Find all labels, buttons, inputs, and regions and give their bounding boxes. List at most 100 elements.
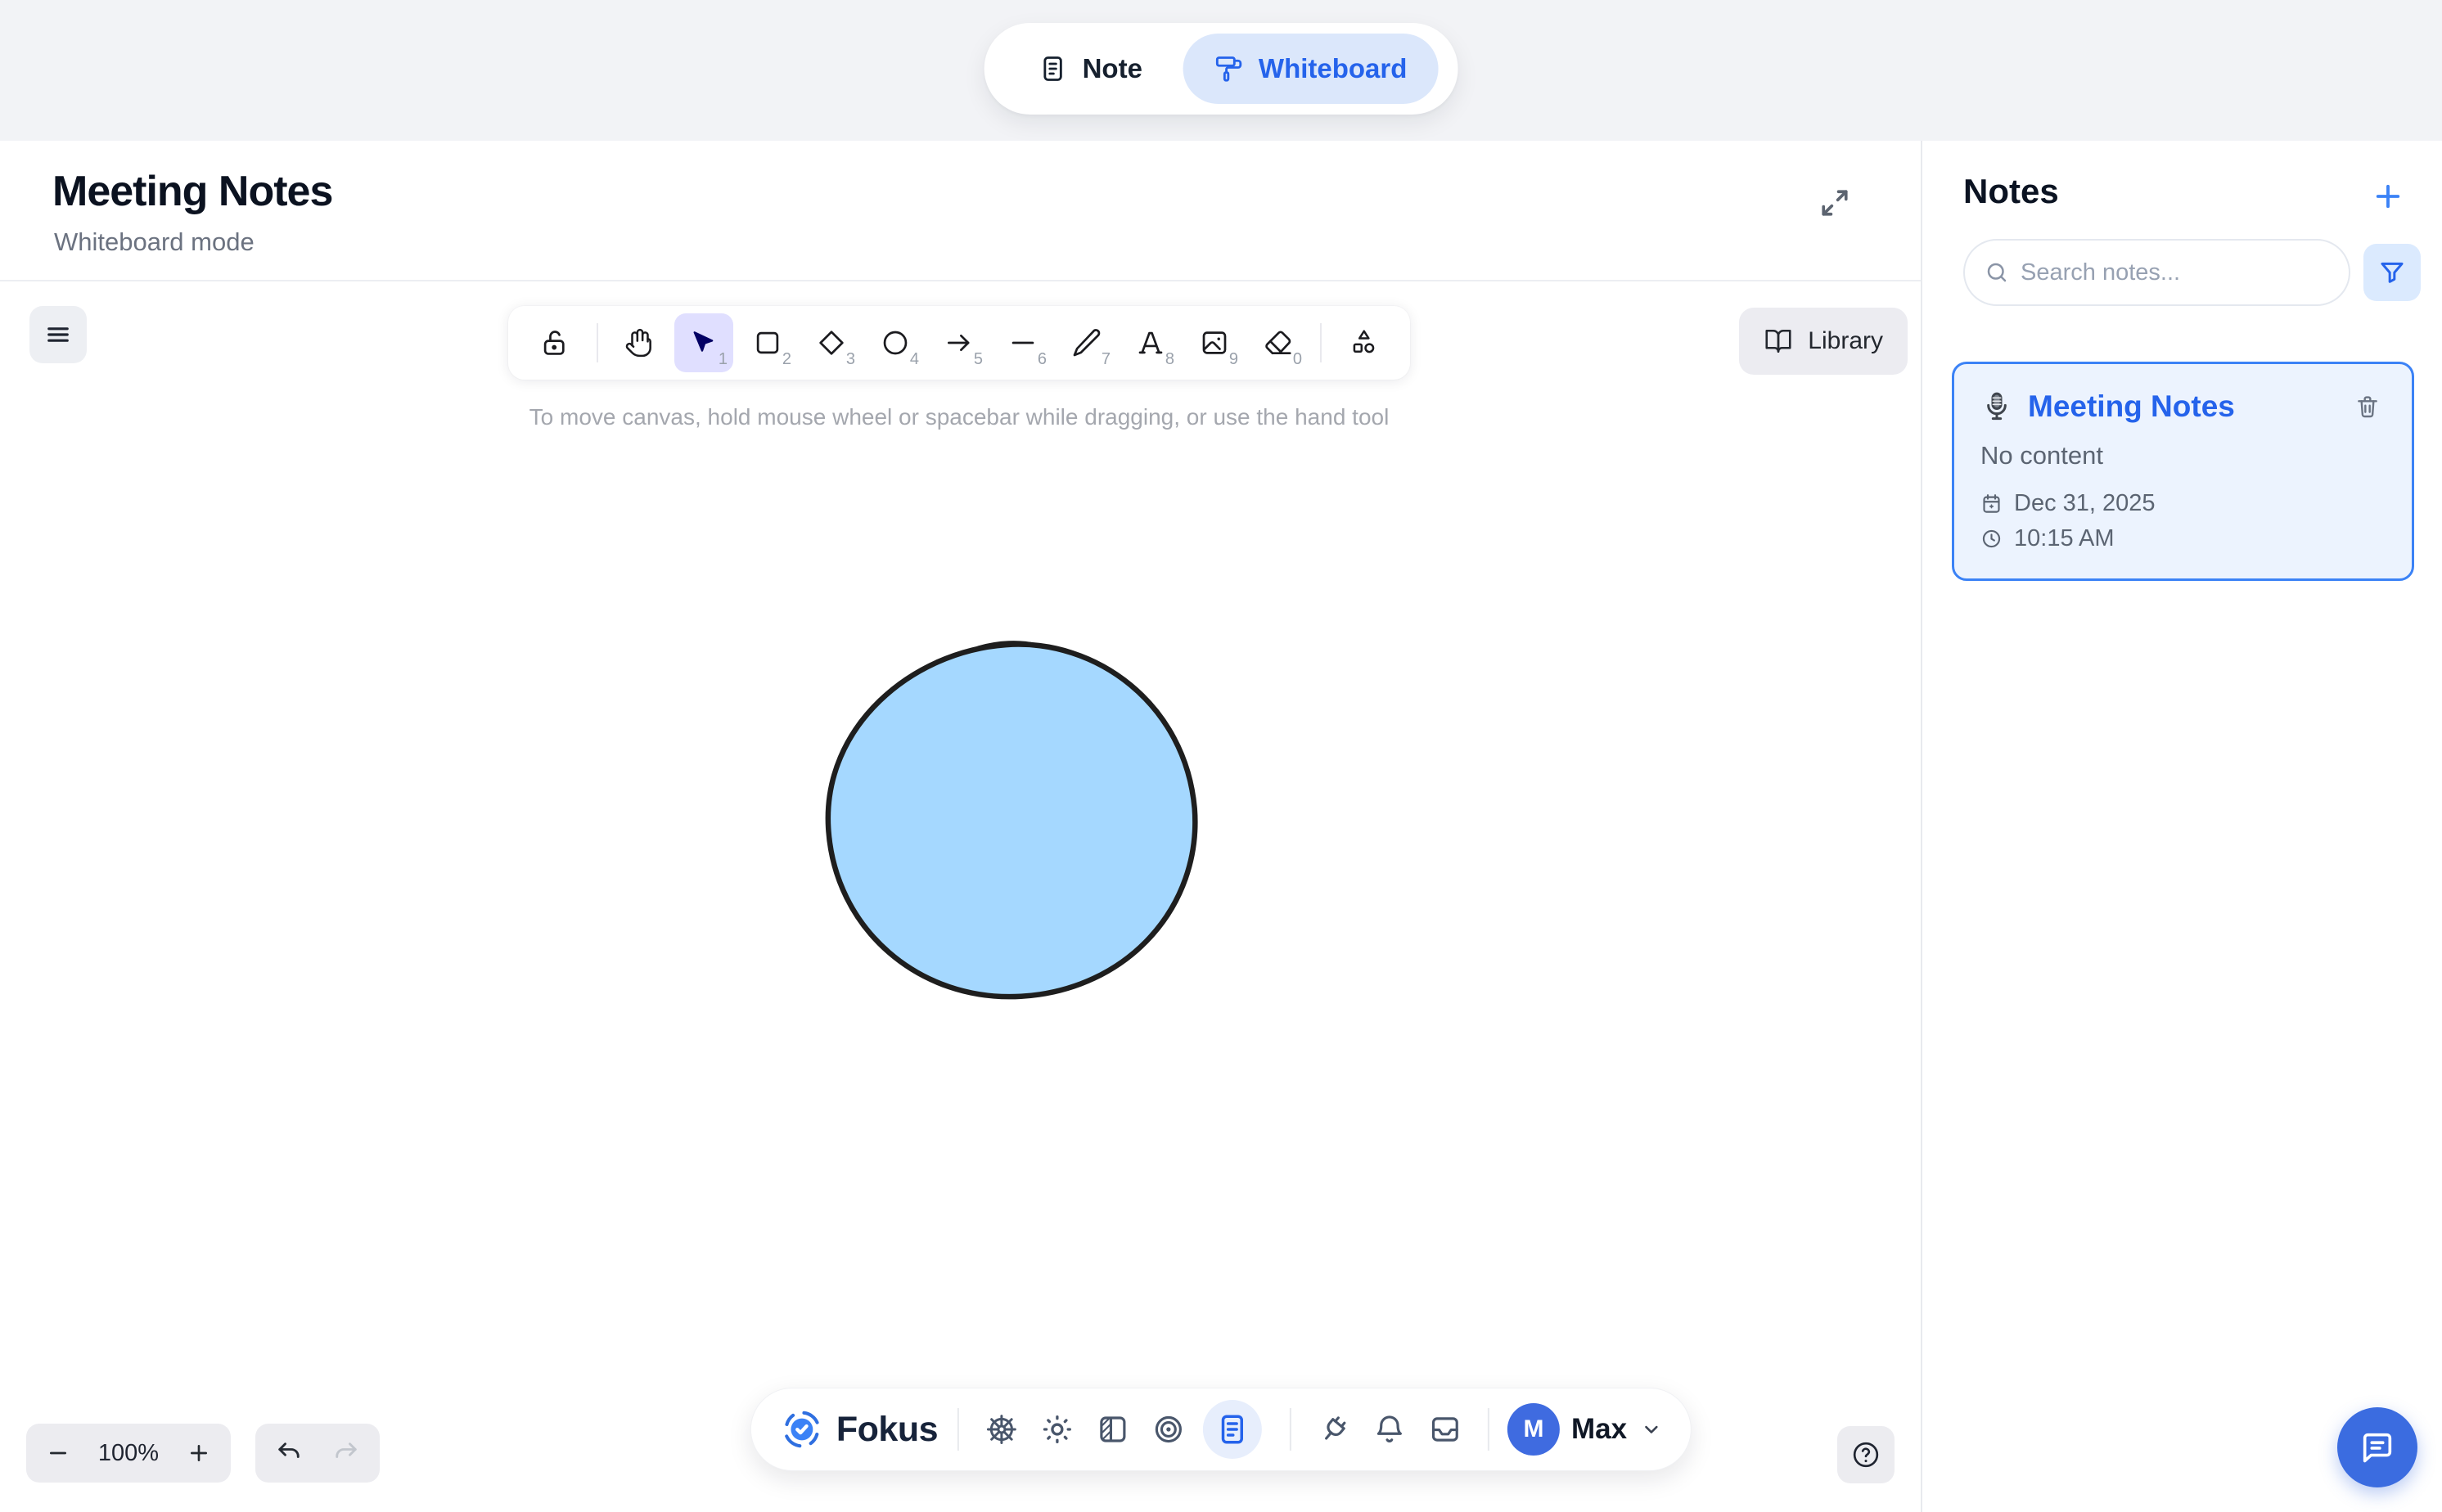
zoom-out-button[interactable] bbox=[33, 1427, 83, 1479]
note-card-date: Dec 31, 2025 bbox=[2014, 490, 2156, 517]
note-card-header: Meeting Notes bbox=[1980, 389, 2386, 425]
note-card[interactable]: Meeting Notes No content Dec 31, 2025 10… bbox=[1952, 362, 2414, 581]
note-card-date-row: Dec 31, 2025 bbox=[1980, 490, 2386, 517]
canvas-shape-ellipse[interactable] bbox=[818, 637, 1203, 1003]
page-subtitle: Whiteboard mode bbox=[54, 227, 255, 257]
main-area: Meeting Notes Whiteboard mode bbox=[0, 141, 1921, 1512]
sidebar-title: Notes bbox=[1963, 172, 2059, 211]
tool-lock[interactable] bbox=[525, 313, 584, 372]
dock-divider bbox=[1488, 1408, 1489, 1451]
tool-hand[interactable] bbox=[610, 313, 669, 372]
mode-toggle: Note Whiteboard bbox=[984, 23, 1458, 115]
microphone-icon bbox=[1980, 390, 2013, 423]
add-note-button[interactable] bbox=[2368, 177, 2408, 216]
search-input[interactable] bbox=[2021, 259, 2329, 286]
calendar-icon bbox=[1980, 493, 2003, 515]
dock-layout-panel-button[interactable] bbox=[1092, 1400, 1134, 1459]
tool-diamond[interactable]: 3 bbox=[802, 313, 861, 372]
note-mode-button[interactable]: Note bbox=[1022, 34, 1159, 104]
note-card-time: 10:15 AM bbox=[2014, 525, 2115, 552]
help-button[interactable] bbox=[1837, 1426, 1895, 1483]
toolbar-divider bbox=[1320, 323, 1322, 362]
dock-notes-button[interactable] bbox=[1203, 1400, 1262, 1459]
eraser-icon bbox=[1263, 327, 1294, 358]
tool-image[interactable]: 9 bbox=[1185, 313, 1244, 372]
text-icon bbox=[1135, 327, 1166, 358]
canvas-menu-button[interactable] bbox=[29, 306, 87, 363]
note-doc-icon bbox=[1039, 54, 1068, 83]
dock-notifications-button[interactable] bbox=[1368, 1400, 1411, 1459]
dock-divider bbox=[1290, 1408, 1291, 1451]
inbox-tray-icon bbox=[1428, 1412, 1462, 1447]
tool-selection[interactable]: 1 bbox=[674, 313, 733, 372]
trash-icon bbox=[2354, 394, 2381, 420]
avatar: M bbox=[1507, 1403, 1560, 1456]
ship-wheel-icon bbox=[984, 1412, 1019, 1447]
dock-settings-wheel-button[interactable] bbox=[980, 1400, 1023, 1459]
unlock-icon bbox=[539, 327, 570, 358]
diamond-icon bbox=[816, 327, 847, 358]
brand: Fokus bbox=[776, 1408, 943, 1451]
paint-roller-icon bbox=[1214, 54, 1244, 83]
page-title: Meeting Notes bbox=[52, 167, 332, 216]
bell-icon bbox=[1372, 1412, 1407, 1447]
sort-button[interactable] bbox=[2434, 244, 2442, 301]
toolbar-divider bbox=[597, 323, 598, 362]
minus-icon bbox=[45, 1440, 71, 1466]
delete-note-button[interactable] bbox=[2350, 389, 2386, 425]
chat-fab-button[interactable] bbox=[2337, 1407, 2417, 1487]
plus-icon bbox=[2371, 179, 2405, 214]
search-row bbox=[1963, 239, 2409, 306]
filter-button[interactable] bbox=[2363, 244, 2421, 301]
notes-sidebar: Notes bbox=[1921, 141, 2442, 1512]
question-circle-icon bbox=[1850, 1438, 1882, 1471]
clock-icon bbox=[1980, 528, 2003, 550]
tool-shapes[interactable] bbox=[1334, 313, 1393, 372]
tool-arrow[interactable]: 5 bbox=[930, 313, 989, 372]
document-header: Meeting Notes Whiteboard mode bbox=[0, 141, 1921, 281]
tool-line[interactable]: 6 bbox=[993, 313, 1052, 372]
library-button[interactable]: Library bbox=[1739, 308, 1908, 375]
cursor-arrow-icon bbox=[690, 329, 718, 357]
pencil-icon bbox=[1071, 327, 1102, 358]
plug-icon bbox=[1317, 1412, 1351, 1447]
book-open-icon bbox=[1764, 326, 1793, 356]
tool-eraser[interactable]: 0 bbox=[1249, 313, 1308, 372]
bottom-dock: Fokus M Max bbox=[750, 1388, 1692, 1471]
image-icon bbox=[1199, 327, 1230, 358]
app-root: Note Whiteboard Meeting Notes Whiteboard… bbox=[0, 0, 2442, 1512]
zoom-in-button[interactable] bbox=[173, 1427, 224, 1479]
canvas-hint-text: To move canvas, hold mouse wheel or spac… bbox=[529, 404, 1390, 430]
tool-ellipse[interactable]: 4 bbox=[866, 313, 925, 372]
rectangle-icon bbox=[752, 327, 783, 358]
redo-button[interactable] bbox=[322, 1427, 371, 1479]
funnel-icon bbox=[2378, 259, 2406, 286]
plus-icon bbox=[186, 1440, 212, 1466]
sun-icon bbox=[1040, 1412, 1075, 1447]
hamburger-icon bbox=[43, 320, 73, 349]
whiteboard-mode-label: Whiteboard bbox=[1259, 53, 1407, 84]
zoom-level-value[interactable]: 100% bbox=[83, 1440, 173, 1467]
target-icon bbox=[1151, 1412, 1186, 1447]
expand-button[interactable] bbox=[1810, 178, 1859, 227]
shapes-icon bbox=[1348, 327, 1379, 358]
dock-brightness-button[interactable] bbox=[1036, 1400, 1079, 1459]
dock-inbox-button[interactable] bbox=[1424, 1400, 1467, 1459]
line-icon bbox=[1007, 327, 1039, 358]
history-controls bbox=[255, 1424, 380, 1483]
note-card-time-row: 10:15 AM bbox=[1980, 525, 2386, 552]
whiteboard-mode-button[interactable]: Whiteboard bbox=[1183, 34, 1438, 104]
note-card-title: Meeting Notes bbox=[2028, 389, 2235, 424]
dock-integrations-button[interactable] bbox=[1313, 1400, 1355, 1459]
dock-focus-target-button[interactable] bbox=[1147, 1400, 1190, 1459]
user-menu[interactable]: M Max bbox=[1504, 1403, 1666, 1456]
tool-text[interactable]: 8 bbox=[1121, 313, 1180, 372]
tool-rectangle[interactable]: 2 bbox=[738, 313, 797, 372]
undo-button[interactable] bbox=[264, 1427, 313, 1479]
whiteboard-canvas[interactable]: 1 2 3 4 5 bbox=[0, 281, 1921, 1510]
chat-bubble-icon bbox=[2359, 1429, 2396, 1466]
workspace: Meeting Notes Whiteboard mode bbox=[0, 141, 2442, 1512]
arrow-right-icon bbox=[944, 327, 975, 358]
tool-draw[interactable]: 7 bbox=[1057, 313, 1116, 372]
fokus-logo-icon bbox=[781, 1408, 823, 1451]
